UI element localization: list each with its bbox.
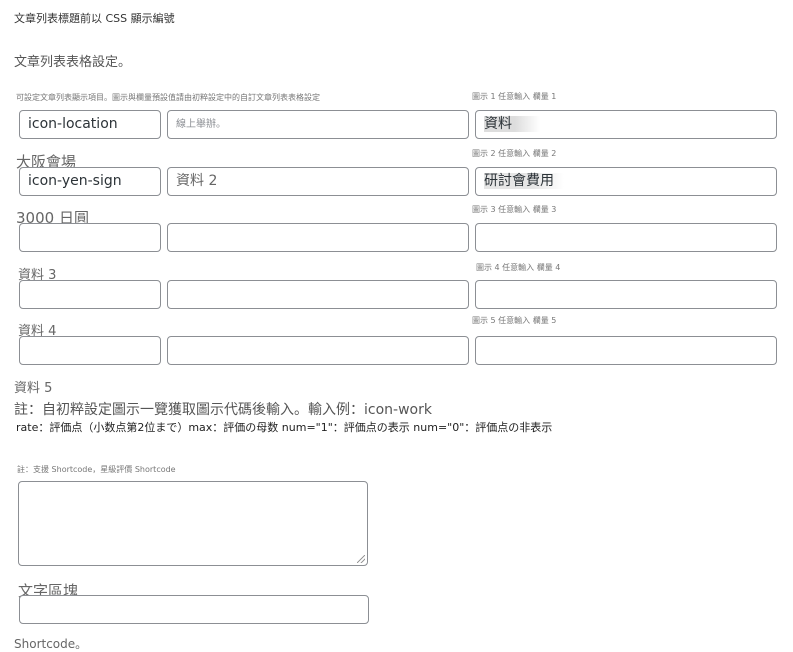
shortcode-input[interactable] — [19, 595, 369, 624]
label-hint-1: 圖示 1 任意輸入 欄量 1 — [472, 92, 557, 101]
label-value-2: 研討會費用 — [484, 173, 564, 189]
icon-note: 註：自初粹設定圖示一覽獲取圖示代碼後輸入。輸入例：icon-work — [14, 402, 432, 418]
label-input-3[interactable] — [475, 223, 777, 252]
label-hint-3: 圖示 3 任意輸入 欄量 3 — [472, 205, 557, 214]
icon-input-2[interactable]: icon-yen-sign — [19, 167, 161, 196]
table-hint: 可設定文章列表顯示項目。圖示與欄量預設值請由初粹設定中的自訂文章列表表格設定 — [16, 93, 320, 102]
label-value-1: 資料 — [484, 116, 540, 132]
section-title: 文章列表標題前以 CSS 顯示編號 — [14, 12, 175, 25]
text-input-4[interactable] — [167, 280, 469, 309]
table-heading: 文章列表表格設定。 — [14, 55, 132, 70]
resize-handle-icon[interactable] — [357, 555, 365, 563]
text-input-2[interactable]: 資料 2 — [167, 167, 469, 196]
label-input-1[interactable]: 資料 — [475, 110, 777, 139]
label-hint-5: 圖示 5 任意輸入 欄量 5 — [472, 316, 557, 325]
rate-note: rate：評価点（小数点第2位まで）max：評価の母数 num="1"：評価点の… — [16, 421, 553, 434]
icon-input-1[interactable]: icon-location — [19, 110, 161, 139]
shortcode-hint: 註：支援 Shortcode，星級評價 Shortcode — [17, 465, 176, 474]
label-input-5[interactable] — [475, 336, 777, 365]
shortcode-footer-note: Shortcode。 — [14, 637, 88, 651]
icon-input-5[interactable] — [19, 336, 161, 365]
label-hint-2: 圖示 2 任意輸入 欄量 2 — [472, 149, 557, 158]
ghost-label-5: 資料 5 — [14, 381, 53, 396]
shortcode-textarea[interactable] — [18, 481, 368, 566]
label-input-4[interactable] — [475, 280, 777, 309]
icon-input-4[interactable] — [19, 280, 161, 309]
text-input-5[interactable] — [167, 336, 469, 365]
label-hint-4: 圖示 4 任意輸入 欄量 4 — [476, 263, 561, 272]
text-input-3[interactable] — [167, 223, 469, 252]
icon-input-3[interactable] — [19, 223, 161, 252]
label-input-2[interactable]: 研討會費用 — [475, 167, 777, 196]
text-input-1[interactable]: 線上舉辦。 — [167, 110, 469, 139]
